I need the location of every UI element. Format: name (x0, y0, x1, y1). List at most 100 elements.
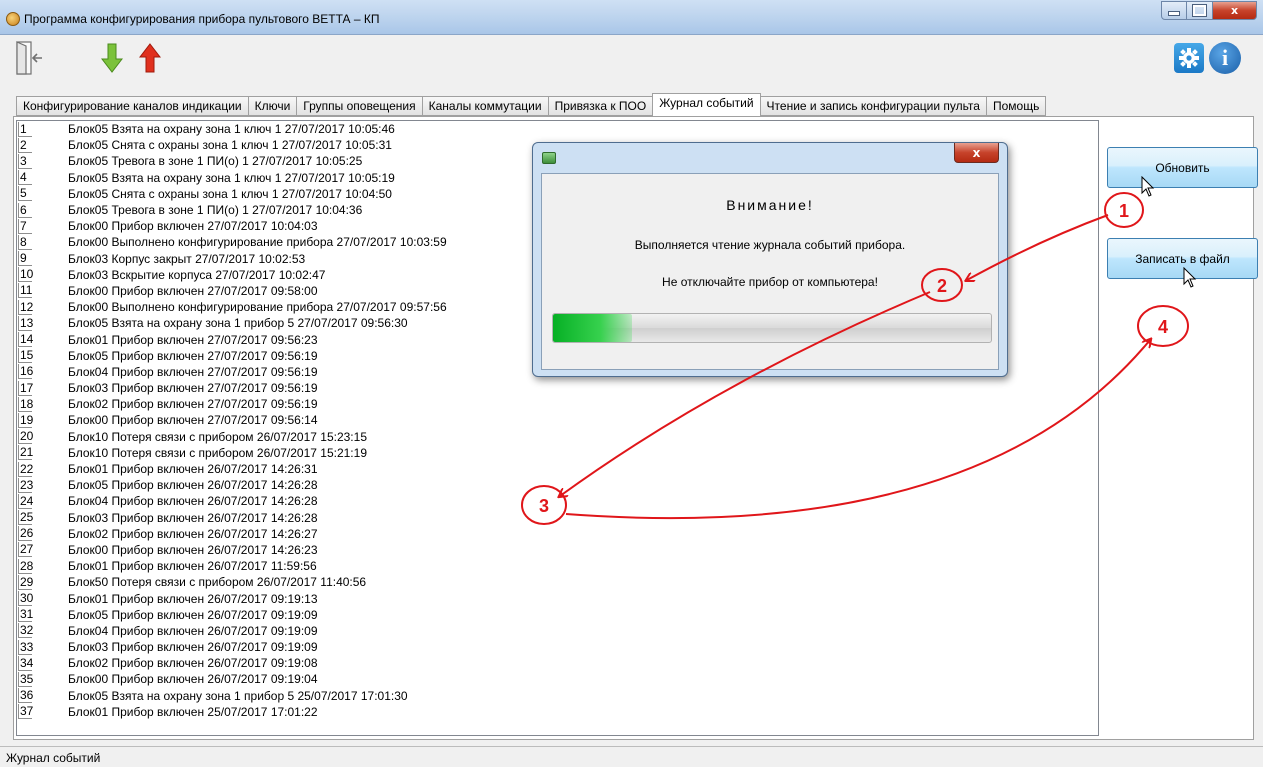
tab-poo-binding[interactable]: Привязка к ПОО (547, 96, 653, 116)
list-item[interactable]: 29 Блок50 Потеря связи с прибором 26/07/2… (17, 574, 1098, 590)
event-number: 26 (18, 526, 34, 542)
event-number: 34 (18, 655, 34, 671)
event-text: Блок01 Прибор включен 27/07/2017 09:56:2… (68, 332, 318, 347)
close-button[interactable]: x (1213, 1, 1257, 20)
event-text: Блок05 Снята с охраны зона 1 ключ 1 27/0… (68, 186, 392, 201)
list-item[interactable]: 26 Блок02 Прибор включен 26/07/2017 14:26… (17, 526, 1098, 542)
list-item[interactable]: 22 Блок01 Прибор включен 26/07/2017 14:26… (17, 461, 1098, 477)
list-item[interactable]: 31 Блок05 Прибор включен 26/07/2017 09:19… (17, 607, 1098, 623)
event-text: Блок05 Взята на охрану зона 1 прибор 5 2… (68, 316, 408, 331)
list-item[interactable]: 35 Блок00 Прибор включен 26/07/2017 09:19… (17, 671, 1098, 687)
event-number: 23 (18, 477, 34, 493)
event-text: Блок00 Прибор включен 27/07/2017 09:56:1… (68, 413, 318, 428)
event-number: 8 (18, 234, 32, 250)
mouse-cursor-icon (1183, 267, 1197, 288)
event-text: Блок05 Взята на охрану зона 1 ключ 1 27/… (68, 170, 395, 185)
event-number: 33 (18, 639, 34, 655)
tab-help[interactable]: Помощь (985, 96, 1047, 116)
event-text: Блок01 Прибор включен 26/07/2017 11:59:5… (68, 559, 317, 574)
tab-keys[interactable]: Ключи (247, 96, 297, 116)
list-item[interactable]: 30 Блок01 Прибор включен 26/07/2017 09:19… (17, 590, 1098, 607)
minimize-button[interactable] (1161, 1, 1187, 20)
event-text: Блок05 Тревога в зоне 1 ПИ(о) 1 27/07/20… (68, 154, 363, 169)
dialog-heading: Внимание! (726, 197, 814, 213)
event-number: 10 (18, 267, 34, 283)
arrow-up-icon[interactable] (139, 43, 161, 73)
list-item[interactable]: 25 Блок03 Прибор включен 26/07/2017 14:26… (17, 510, 1098, 526)
exit-door-icon[interactable] (14, 40, 46, 76)
tab-read-write-config[interactable]: Чтение и запись конфигурации пульта (760, 96, 986, 116)
event-number: 11 (18, 283, 33, 299)
list-item[interactable]: 1 Блок05 Взята на охрану зона 1 ключ 1 27… (17, 121, 1098, 137)
event-text: Блок01 Прибор включен 25/07/2017 17:01:2… (68, 704, 318, 719)
event-text: Блок01 Прибор включен 26/07/2017 09:19:1… (68, 591, 318, 606)
tab-bar: Конфигурирование каналов индикации Ключи… (16, 93, 1047, 116)
event-text: Блок04 Прибор включен 27/07/2017 09:56:1… (68, 364, 318, 379)
maximize-button[interactable] (1187, 1, 1213, 20)
event-text: Блок02 Прибор включен 26/07/2017 09:19:0… (68, 656, 318, 671)
list-item[interactable]: 36 Блок05 Взята на охрану зона 1 прибор 5… (17, 688, 1098, 704)
list-item[interactable]: 37 Блок01 Прибор включен 25/07/2017 17:01… (17, 704, 1098, 720)
list-item[interactable]: 18 Блок02 Прибор включен 27/07/2017 09:56… (17, 396, 1098, 412)
event-text: Блок05 Взята на охрану зона 1 ключ 1 27/… (68, 122, 395, 137)
event-number: 32 (18, 623, 34, 639)
event-text: Блок05 Прибор включен 27/07/2017 09:56:1… (68, 348, 318, 363)
list-item[interactable]: 33 Блок03 Прибор включен 26/07/2017 09:19… (17, 639, 1098, 655)
list-item[interactable]: 24 Блок04 Прибор включен 26/07/2017 14:26… (17, 493, 1098, 509)
info-glyph: i (1221, 45, 1229, 70)
dialog-warning: Не отключайте прибор от компьютера! (662, 275, 878, 289)
list-item[interactable]: 20 Блок10 Потеря связи с прибором 26/07/2… (17, 429, 1098, 445)
event-number: 37 (18, 704, 34, 720)
event-text: Блок04 Прибор включен 26/07/2017 14:26:2… (68, 494, 318, 509)
refresh-button[interactable]: Обновить (1107, 147, 1258, 188)
event-number: 13 (18, 315, 34, 331)
event-text: Блок00 Прибор включен 27/07/2017 09:58:0… (68, 283, 318, 298)
event-text: Блок02 Прибор включен 27/07/2017 09:56:1… (68, 397, 318, 412)
toolbar: i (0, 35, 1263, 90)
list-item[interactable]: 28 Блок01 Прибор включен 26/07/2017 11:59… (17, 558, 1098, 574)
list-item[interactable]: 19 Блок00 Прибор включен 27/07/2017 09:56… (17, 412, 1098, 428)
tab-indication-channels[interactable]: Конфигурирование каналов индикации (16, 96, 248, 116)
event-number: 14 (18, 332, 34, 348)
event-text: Блок01 Прибор включен 26/07/2017 14:26:3… (68, 462, 318, 477)
title-bar: Программа конфигурирования прибора пульт… (0, 0, 1263, 35)
event-number: 9 (18, 251, 32, 267)
dialog-body: Внимание! Выполняется чтение журнала соб… (541, 173, 999, 370)
list-item[interactable]: 21 Блок10 Потеря связи с прибором 26/07/2… (17, 445, 1098, 461)
gear-icon[interactable] (1174, 43, 1204, 73)
tab-notification-groups[interactable]: Группы оповещения (296, 96, 422, 116)
event-text: Блок03 Прибор включен 26/07/2017 09:19:0… (68, 640, 318, 655)
event-number: 17 (18, 380, 34, 396)
arrow-down-icon[interactable] (101, 43, 123, 73)
event-number: 35 (18, 671, 34, 687)
info-icon[interactable]: i (1209, 42, 1241, 74)
event-number: 36 (18, 688, 34, 704)
status-text: Журнал событий (6, 751, 101, 765)
tab-event-log[interactable]: Журнал событий (652, 93, 761, 116)
event-text: Блок04 Прибор включен 26/07/2017 09:19:0… (68, 623, 318, 638)
event-text: Блок05 Взята на охрану зона 1 прибор 5 2… (68, 688, 408, 703)
list-item[interactable]: 32 Блок04 Прибор включен 26/07/2017 09:19… (17, 623, 1098, 639)
close-icon: x (972, 145, 981, 160)
event-text: Блок00 Прибор включен 27/07/2017 10:04:0… (68, 219, 318, 234)
list-item[interactable]: 17 Блок03 Прибор включен 27/07/2017 09:56… (17, 380, 1098, 396)
event-number: 19 (18, 412, 34, 428)
dialog-close-button[interactable]: x (954, 143, 999, 163)
tab-switching-channels[interactable]: Каналы коммутации (421, 96, 548, 116)
settings-gear-glyph (1179, 48, 1199, 68)
event-number: 16 (18, 364, 34, 380)
event-number: 6 (18, 202, 32, 218)
list-item[interactable]: 34 Блок02 Прибор включен 26/07/2017 09:19… (17, 655, 1098, 671)
event-text: Блок00 Прибор включен 26/07/2017 09:19:0… (68, 672, 318, 687)
event-text: Блок03 Вскрытие корпуса 27/07/2017 10:02… (68, 267, 326, 282)
event-number: 2 (18, 137, 32, 153)
list-item[interactable]: 23 Блок05 Прибор включен 26/07/2017 14:26… (17, 477, 1098, 493)
event-number: 15 (18, 348, 34, 364)
event-text: Блок00 Прибор включен 26/07/2017 14:26:2… (68, 542, 318, 557)
event-text: Блок10 Потеря связи с прибором 26/07/201… (68, 445, 367, 460)
dialog-message: Выполняется чтение журнала событий прибо… (634, 238, 906, 252)
list-item[interactable]: 27 Блок00 Прибор включен 26/07/2017 14:26… (17, 542, 1098, 558)
progress-bar-fill (553, 314, 632, 342)
progress-bar (552, 313, 992, 343)
event-number: 29 (18, 574, 34, 590)
